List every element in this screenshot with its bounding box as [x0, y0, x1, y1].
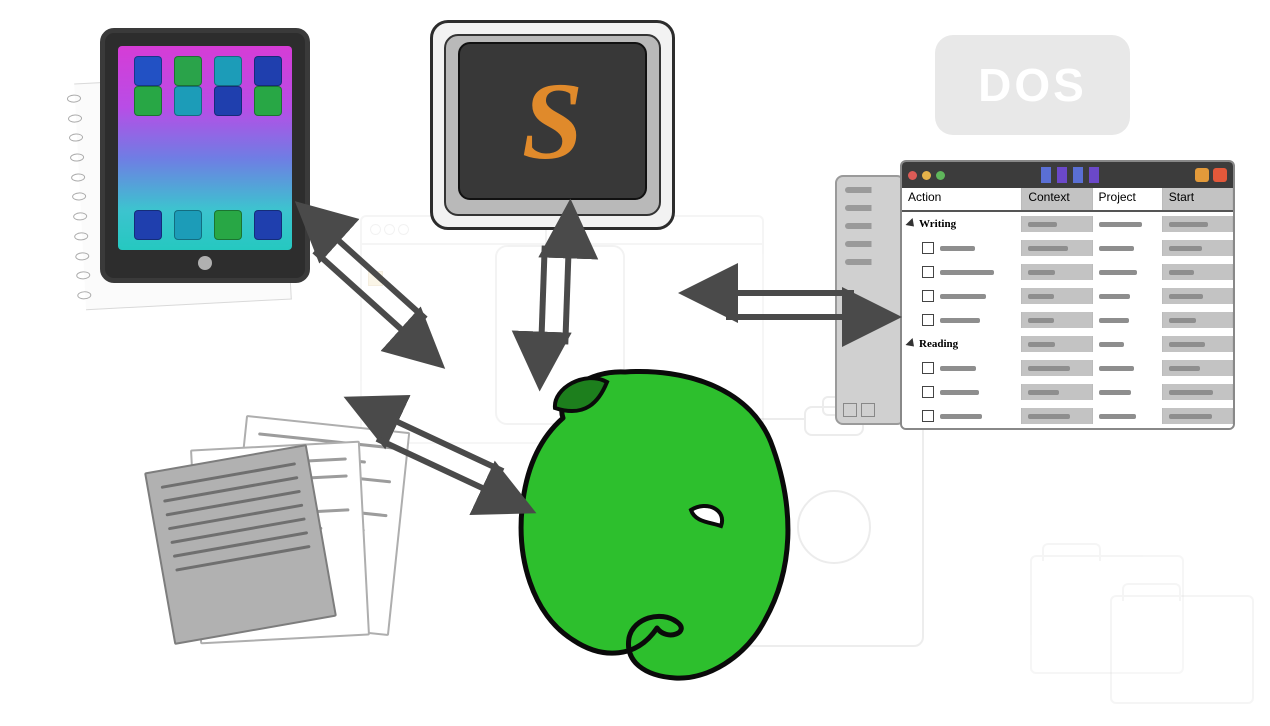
tablet-app-icon [174, 86, 202, 116]
table-row [902, 308, 1233, 332]
table-row [902, 236, 1233, 260]
arrow-taskwin-evernote [720, 275, 860, 335]
tablet-app-icon [254, 86, 282, 116]
tablet-device [100, 28, 310, 283]
traffic-lights-icon [908, 171, 945, 180]
col-start: Start [1163, 188, 1233, 210]
tablet-app-icon [254, 210, 282, 240]
tablet-app-icon [214, 56, 242, 86]
task-table-body: Writing Reading [902, 212, 1233, 430]
tablet-app-icon [134, 210, 162, 240]
table-row [902, 380, 1233, 404]
tablet-app-icon [174, 210, 202, 240]
home-button-icon [198, 256, 212, 270]
col-action: Action [902, 188, 1022, 210]
table-row [902, 284, 1233, 308]
task-table: Action Context Project Start Writing Read… [902, 188, 1233, 428]
tablet-app-grid [118, 46, 292, 250]
arrow-skey-evernote [523, 239, 587, 351]
table-row [902, 260, 1233, 284]
table-row [902, 404, 1233, 428]
s-glyph: S [522, 58, 583, 185]
task-titlebar [902, 162, 1233, 188]
elephant-body [521, 372, 788, 679]
s-app-key: S [430, 20, 675, 230]
tablet-app-icon [174, 56, 202, 86]
task-table-header: Action Context Project Start [902, 188, 1233, 212]
tablet-screen [118, 46, 292, 250]
tablet-app-icon [214, 210, 242, 240]
diagram-stage: S DOS Action Context Project Start [0, 0, 1270, 726]
evernote-elephant-icon [495, 360, 805, 695]
toolbar-tabs [1041, 167, 1099, 183]
table-row [902, 356, 1233, 380]
tablet-app-icon [254, 56, 282, 86]
tablet-app-icon [134, 56, 162, 86]
tablet-app-icon [134, 86, 162, 116]
dos-badge: DOS [935, 35, 1130, 135]
table-row [902, 428, 1233, 430]
toolbar-right-buttons [1195, 168, 1227, 182]
table-row: Writing [902, 212, 1233, 236]
folder-sketch-front [1110, 595, 1254, 704]
dos-label: DOS [978, 58, 1087, 112]
tablet-app-icon [214, 86, 242, 116]
task-window: Action Context Project Start Writing Read… [860, 160, 1235, 430]
col-project: Project [1093, 188, 1163, 210]
table-row: Reading [902, 332, 1233, 356]
col-context: Context [1022, 188, 1092, 210]
task-main-window: Action Context Project Start Writing Read… [900, 160, 1235, 430]
